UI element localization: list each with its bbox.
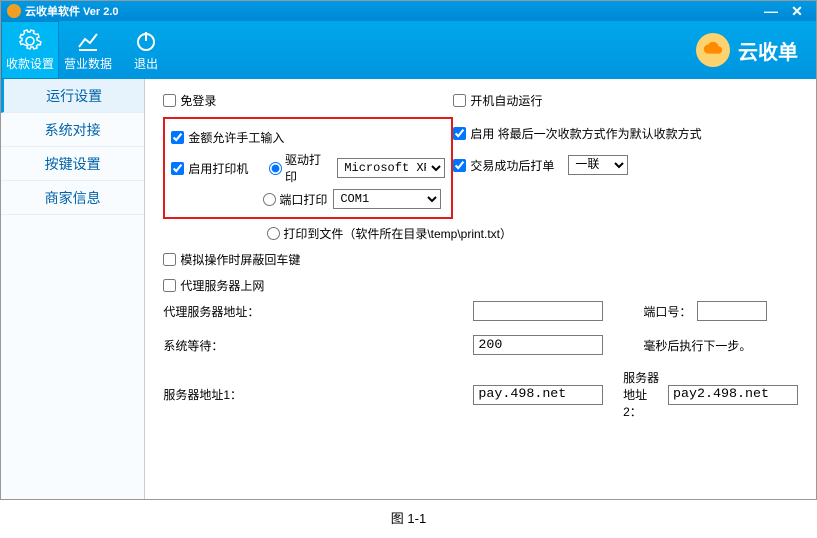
sidebar: 运行设置 系统对接 按键设置 商家信息 [1,79,145,499]
server2-label: 服务器地址2： [623,369,662,420]
port-input[interactable] [697,301,767,321]
sys-wait-label: 系统等待： [163,337,223,354]
toolbar-label: 营业数据 [64,55,112,72]
sidebar-item-run-settings[interactable]: 运行设置 [1,79,144,113]
print-to-file-radio[interactable]: 打印到文件（软件所在目录\temp\print.txt） [267,225,512,242]
brand-text: 云收单 [738,36,798,65]
brand-logo-icon [696,33,730,67]
port-print-select[interactable]: COM1 [333,189,441,209]
driver-print-radio[interactable]: 驱动打印 [269,151,331,185]
titlebar: 云收单软件 Ver 2.0 — ✕ [1,1,816,21]
toolbar-exit-button[interactable]: 退出 [117,21,175,79]
enable-printer-checkbox[interactable]: 启用打印机 [171,160,261,177]
window-title: 云收单软件 Ver 2.0 [25,3,119,19]
server1-label: 服务器地址1： [163,386,242,403]
app-icon [7,4,21,18]
toolbar-data-button[interactable]: 营业数据 [59,21,117,79]
sidebar-item-system-dock[interactable]: 系统对接 [1,113,144,147]
port-label: 端口号： [643,303,691,320]
minimize-button[interactable]: — [758,3,784,19]
brand: 云收单 [696,21,816,79]
close-button[interactable]: ✕ [784,3,810,20]
mask-enter-checkbox[interactable]: 模拟操作时屏蔽回车键 [163,251,300,268]
app-window: 云收单软件 Ver 2.0 — ✕ 收款设置 营业数据 退出 云收单 运行设置 … [0,0,817,500]
sys-wait-suffix: 毫秒后执行下一步。 [643,337,751,354]
proxy-addr-label: 代理服务器地址： [163,303,259,320]
sidebar-item-merchant-info[interactable]: 商家信息 [1,181,144,215]
gear-icon [18,29,42,53]
toolbar-label: 退出 [134,55,158,72]
toolbar: 收款设置 营业数据 退出 云收单 [1,21,816,79]
success-print-select[interactable]: 一联 [568,155,628,175]
use-last-method-checkbox[interactable]: 启用 将最后一次收款方式作为默认收款方式 [453,125,701,142]
figure-caption: 图 1-1 [0,508,817,527]
sys-wait-input[interactable] [473,335,603,355]
success-print-checkbox[interactable]: 交易成功后打单 [453,157,554,174]
port-print-radio[interactable]: 端口打印 [263,191,327,208]
toolbar-settings-button[interactable]: 收款设置 [1,21,59,79]
content-pane: 免登录 开机自动运行 金额允许手工输入 启用打印机 驱动打印 Mi [145,79,816,499]
sidebar-item-key-settings[interactable]: 按键设置 [1,147,144,181]
auto-start-checkbox[interactable]: 开机自动运行 [453,92,542,109]
highlight-box: 金额允许手工输入 启用打印机 驱动打印 Microsoft XPS D 端口打印… [163,117,453,219]
free-login-checkbox[interactable]: 免登录 [163,92,216,109]
driver-print-select[interactable]: Microsoft XPS D [337,158,445,178]
power-icon [134,29,158,53]
proxy-online-checkbox[interactable]: 代理服务器上网 [163,277,264,294]
server2-input[interactable] [668,385,798,405]
manual-amount-checkbox[interactable]: 金额允许手工输入 [171,129,284,146]
chart-icon [76,29,100,53]
server1-input[interactable] [473,385,603,405]
toolbar-label: 收款设置 [6,55,54,72]
proxy-addr-input[interactable] [473,301,603,321]
